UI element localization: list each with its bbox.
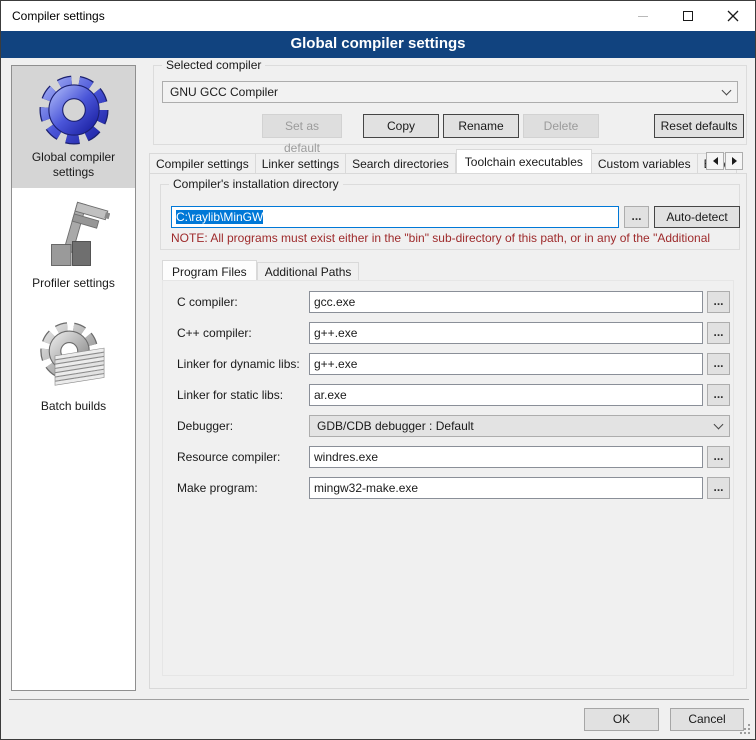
settings-tabstrip: Compiler settingsLinker settingsSearch d… (149, 149, 747, 174)
triangle-left-icon (713, 157, 718, 165)
static-linker-input[interactable]: ar.exe (309, 384, 703, 406)
sidebar-item-profiler-settings[interactable]: Profiler settings (12, 188, 135, 299)
field-debugger: Debugger: GDB/CDB debugger : Default (177, 415, 730, 437)
c-compiler-input[interactable]: gcc.exe (309, 291, 703, 313)
field-label: Debugger: (177, 419, 309, 433)
close-button[interactable] (710, 1, 755, 31)
dynamic-linker-input[interactable]: g++.exe (309, 353, 703, 375)
titlebar: Compiler settings (1, 1, 755, 31)
minimize-icon (638, 16, 648, 17)
tab-compiler-settings[interactable]: Compiler settings (149, 153, 256, 174)
cancel-button[interactable]: Cancel (670, 708, 744, 731)
maximize-icon (683, 11, 693, 21)
copy-button[interactable]: Copy (363, 114, 439, 138)
tab-scroll-buttons (705, 152, 743, 170)
debugger-select-value: GDB/CDB debugger : Default (317, 419, 715, 433)
installation-directory-group: Compiler's installation directory C:\ray… (160, 184, 740, 250)
tab-custom-variables[interactable]: Custom variables (592, 153, 698, 174)
sidebar-item-label: Profiler settings (14, 276, 133, 291)
field-value: g++.exe (314, 357, 357, 371)
field-label: Linker for dynamic libs: (177, 357, 309, 371)
caliper-icon (38, 200, 110, 274)
field-value: mingw32-make.exe (314, 481, 418, 495)
installation-note: NOTE: All programs must exist either in … (171, 231, 738, 245)
programs-tabstrip: Program FilesAdditional Paths (162, 258, 359, 281)
field-value: g++.exe (314, 326, 357, 340)
cpp-compiler-input[interactable]: g++.exe (309, 322, 703, 344)
debugger-select[interactable]: GDB/CDB debugger : Default (309, 415, 730, 437)
resource-compiler-input[interactable]: windres.exe (309, 446, 703, 468)
tab-scroll-right-button[interactable] (725, 152, 743, 170)
field-label: Resource compiler: (177, 450, 309, 464)
browse-directory-button[interactable]: ... (624, 206, 649, 228)
triangle-right-icon (732, 157, 737, 165)
maximize-button[interactable] (665, 1, 710, 31)
installation-directory-input[interactable]: C:\raylib\MinGW (171, 206, 619, 228)
installation-directory-legend: Compiler's installation directory (169, 177, 343, 191)
set-as-default-button[interactable]: Set as default (262, 114, 342, 138)
field-label: Make program: (177, 481, 309, 495)
rename-button[interactable]: Rename (443, 114, 519, 138)
tab-scroll-left-button[interactable] (706, 152, 724, 170)
compiler-select-value: GNU GCC Compiler (170, 85, 723, 99)
field-value: windres.exe (314, 450, 378, 464)
field-label: C++ compiler: (177, 326, 309, 340)
chevron-down-icon (714, 419, 724, 429)
tab-linker-settings[interactable]: Linker settings (256, 153, 346, 174)
selected-compiler-group: Selected compiler GNU GCC Compiler Set a… (153, 65, 747, 145)
page-title: Global compiler settings (1, 31, 755, 58)
ok-button[interactable]: OK (584, 708, 659, 731)
sidebar-item-label: Global compiler settings (14, 150, 133, 180)
make-program-input[interactable]: mingw32-make.exe (309, 477, 703, 499)
field-static-linker: Linker for static libs: ar.exe ... (177, 384, 730, 406)
field-c-compiler: C compiler: gcc.exe ... (177, 291, 730, 313)
sidebar-item-global-compiler-settings[interactable]: Global compiler settings (12, 66, 135, 188)
field-dynamic-linker: Linker for dynamic libs: g++.exe ... (177, 353, 730, 375)
reset-defaults-button[interactable]: Reset defaults (654, 114, 744, 138)
footer-divider (9, 699, 749, 700)
settings-category-list: Global compiler settings Profiler settin… (11, 65, 136, 691)
browse-make-program-button[interactable]: ... (707, 477, 730, 499)
browse-c-compiler-button[interactable]: ... (707, 291, 730, 313)
auto-detect-button[interactable]: Auto-detect (654, 206, 740, 228)
resize-grip[interactable] (748, 732, 750, 734)
field-label: C compiler: (177, 295, 309, 309)
field-make-program: Make program: mingw32-make.exe ... (177, 477, 730, 499)
toolchain-executables-panel: Compiler's installation directory C:\ray… (149, 173, 747, 689)
minimize-button[interactable] (620, 1, 665, 31)
compiler-settings-dialog: Compiler settings Global compiler settin… (0, 0, 756, 740)
field-label: Linker for static libs: (177, 388, 309, 402)
browse-static-linker-button[interactable]: ... (707, 384, 730, 406)
tab-toolchain-executables[interactable]: Toolchain executables (456, 149, 592, 174)
field-cpp-compiler: C++ compiler: g++.exe ... (177, 322, 730, 344)
selected-compiler-legend: Selected compiler (162, 58, 265, 72)
program-files-panel: C compiler: gcc.exe ... C++ compiler: g+… (162, 280, 734, 676)
tab-search-directories[interactable]: Search directories (346, 153, 456, 174)
field-value: ar.exe (314, 388, 347, 402)
close-icon (727, 10, 739, 22)
delete-button[interactable]: Delete (523, 114, 599, 138)
chevron-down-icon (722, 85, 732, 95)
compiler-select[interactable]: GNU GCC Compiler (162, 81, 738, 103)
browse-cpp-compiler-button[interactable]: ... (707, 322, 730, 344)
browse-resource-compiler-button[interactable]: ... (707, 446, 730, 468)
installation-directory-value: C:\raylib\MinGW (176, 210, 263, 224)
field-resource-compiler: Resource compiler: windres.exe ... (177, 446, 730, 468)
blue-gear-icon (36, 72, 112, 148)
sidebar-item-label: Batch builds (14, 399, 133, 414)
field-value: gcc.exe (314, 295, 355, 309)
sidebar-item-batch-builds[interactable]: Batch builds (12, 299, 135, 422)
gray-gear-stack-icon (36, 321, 112, 397)
browse-dynamic-linker-button[interactable]: ... (707, 353, 730, 375)
tab-additional-paths[interactable]: Additional Paths (257, 262, 360, 281)
window-title: Compiler settings (12, 1, 105, 31)
